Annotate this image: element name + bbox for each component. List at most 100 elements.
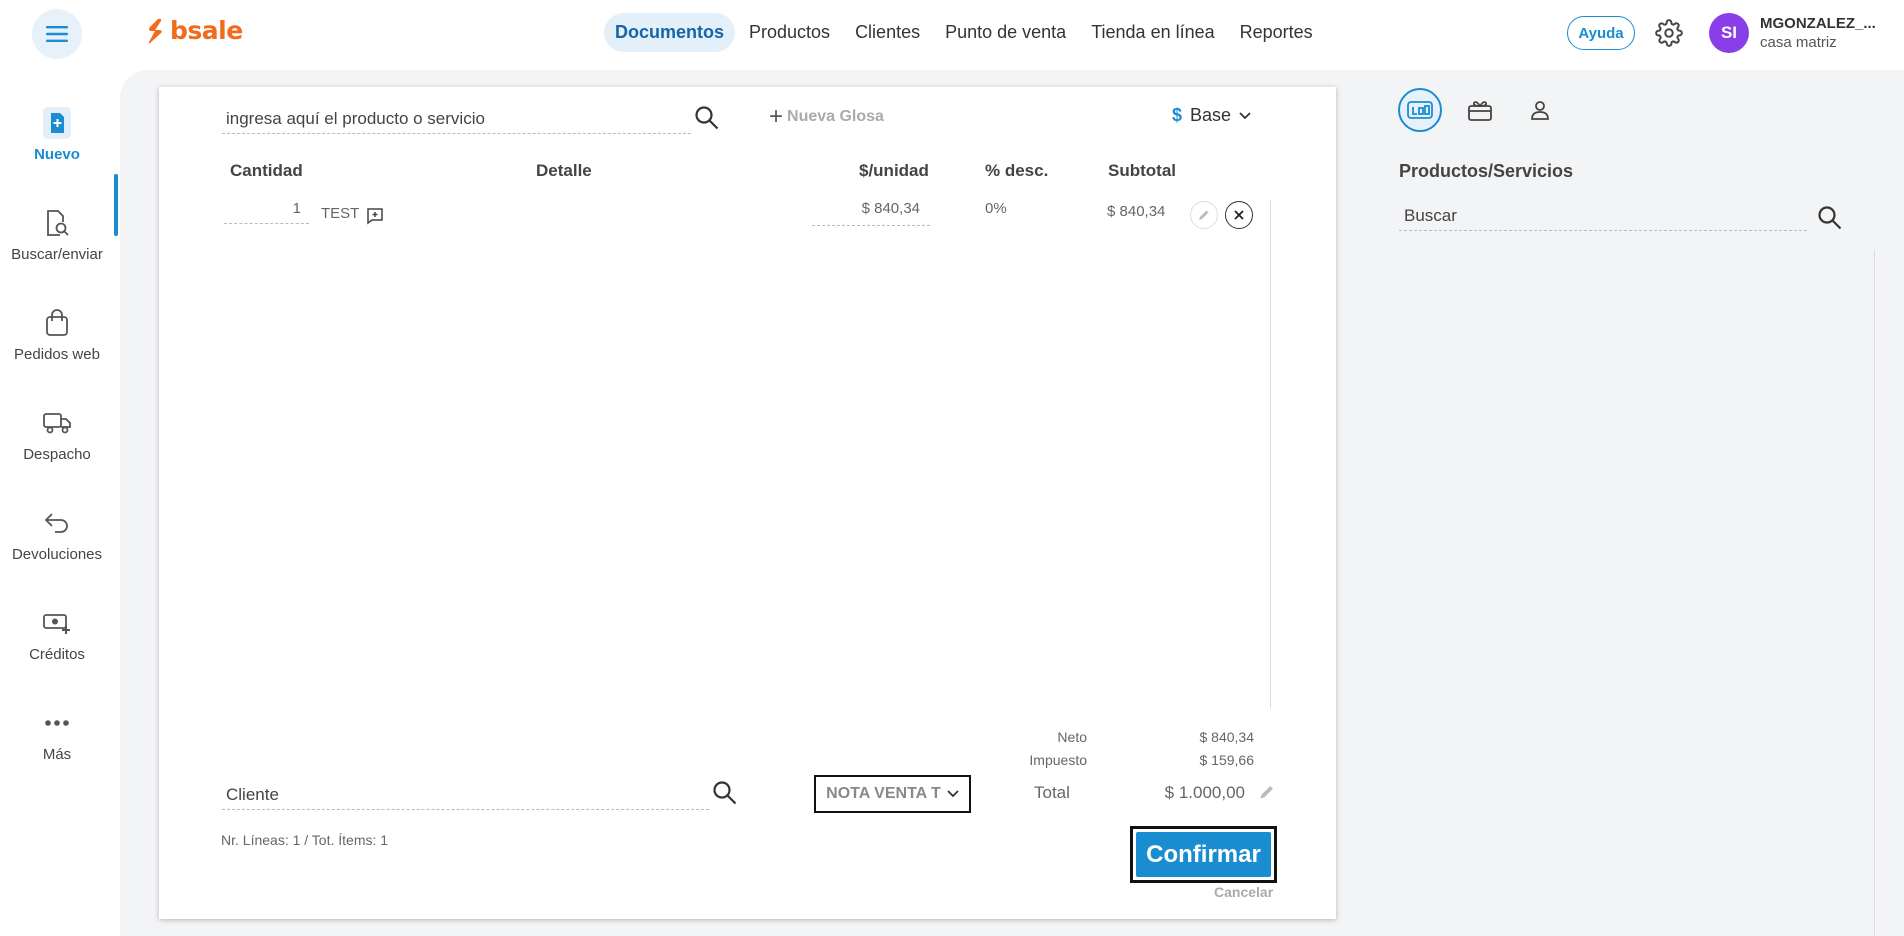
document-panel: + Nueva Glosa $ Base Cantidad Detalle $/… [159,87,1336,919]
sidebar-item-label: Devoluciones [11,546,103,563]
price-list-selector[interactable]: $ Base [1172,105,1251,126]
bsale-logo-icon [148,18,162,43]
client-field[interactable] [222,780,709,810]
credit-money-icon [0,606,114,640]
sidebar-item-label: Despacho [23,446,91,463]
column-header-discount: % desc. [985,161,1049,180]
active-indicator [114,174,118,236]
sidebar-item-label: Más [42,746,72,763]
sidebar-item-creditos[interactable]: Créditos [0,606,114,663]
column-header-detail: Detalle [536,161,592,180]
sidebar: Nuevo Buscar/enviar Pedidos web Despacho… [0,66,118,936]
tab-gift-cards[interactable] [1458,88,1502,132]
column-header-quantity: Cantidad [230,161,303,180]
confirm-button[interactable]: Confirmar [1136,832,1271,877]
main-nav: Documentos Productos Clientes Punto de v… [604,13,1324,52]
product-search-input[interactable] [222,104,691,133]
edit-line-button[interactable] [1190,201,1218,229]
customer-icon [1531,101,1549,120]
settings-button[interactable] [1655,19,1683,52]
user-branch: casa matriz [1760,34,1837,51]
nav-productos[interactable]: Productos [738,13,841,52]
hamburger-menu-button[interactable] [32,9,82,59]
total-label: Total [1034,783,1070,802]
sidebar-item-buscar-enviar[interactable]: Buscar/enviar [0,206,114,263]
tax-value: $ 159,66 [1199,752,1255,768]
line-discount[interactable]: 0% [985,200,1007,217]
product-search-button[interactable] [694,105,720,136]
close-icon [1234,210,1244,220]
products-tab-icon [1407,101,1433,119]
dollar-icon: $ [1172,105,1183,125]
plus-icon: + [769,103,784,130]
sidebar-item-nuevo[interactable]: Nuevo [0,106,114,163]
cancel-button[interactable]: Cancelar [1214,884,1273,900]
tax-label: Impuesto [1029,752,1087,768]
column-header-subtotal: Subtotal [1108,161,1176,180]
net-label: Neto [1057,729,1087,745]
nav-reportes[interactable]: Reportes [1229,13,1324,52]
divider [1874,250,1875,936]
top-bar: bsale Documentos Productos Clientes Punt… [0,0,1904,66]
line-detail: TEST [321,205,360,222]
edit-total-button[interactable] [1259,784,1275,805]
divider [1270,200,1271,708]
document-type-label: NOTA VENTA T [826,785,941,802]
nav-tienda-en-linea[interactable]: Tienda en línea [1080,13,1225,52]
new-document-icon [0,106,114,140]
right-panel-title: Productos/Servicios [1399,161,1574,181]
sidebar-item-pedidos-web[interactable]: Pedidos web [0,306,114,363]
search-icon [713,781,737,805]
nav-clientes[interactable]: Clientes [844,13,931,52]
products-search-input[interactable] [1399,201,1807,230]
new-gloss-button[interactable]: + Nueva Glosa [769,103,884,130]
user-name[interactable]: MGONZALEZ_... [1760,15,1876,32]
search-icon [1818,206,1842,230]
logo-text: bsale [170,16,243,45]
chevron-down-icon [947,790,959,798]
sidebar-item-mas[interactable]: Más [0,706,114,763]
new-gloss-label: Nueva Glosa [787,108,884,125]
help-button[interactable]: Ayuda [1567,16,1635,50]
remove-line-button[interactable] [1225,201,1253,229]
products-search-field[interactable] [1399,201,1807,231]
sidebar-item-label: Créditos [29,646,85,663]
sidebar-item-label: Pedidos web [14,346,100,363]
net-value: $ 840,34 [1199,729,1255,745]
total-value: $ 1.000,00 [1164,783,1245,802]
gear-icon [1655,19,1683,47]
price-list-label: Base [1190,105,1232,125]
client-input[interactable] [222,780,709,809]
product-search-field[interactable] [222,104,691,134]
gift-card-icon [1468,101,1492,121]
sidebar-item-devoluciones[interactable]: Devoluciones [0,506,114,563]
document-type-select[interactable]: NOTA VENTA T [814,775,971,813]
tab-customer[interactable] [1518,88,1562,132]
lines-summary: Nr. Líneas: 1 / Tot. Ítems: 1 [221,832,389,848]
hamburger-icon [46,26,68,42]
bsale-logo[interactable]: bsale [146,16,243,45]
column-header-unit-price: $/unidad [859,161,929,180]
search-icon [695,106,719,130]
add-comment-icon [367,208,383,225]
products-search-button[interactable] [1817,205,1843,236]
tab-products[interactable] [1398,88,1442,132]
search-document-icon [0,206,114,240]
pencil-icon [1199,210,1209,220]
line-quantity[interactable]: 1 [224,200,309,224]
nav-documentos[interactable]: Documentos [604,13,736,52]
client-search-button[interactable] [712,780,738,811]
confirm-button-focus-ring: Confirmar [1130,826,1277,883]
more-dots-icon [0,706,114,740]
sidebar-item-label: Nuevo [34,146,80,163]
shopping-bag-icon [0,306,114,340]
pencil-icon [1260,786,1273,799]
sidebar-item-label: Buscar/enviar [11,246,103,263]
nav-punto-de-venta[interactable]: Punto de venta [934,13,1077,52]
line-subtotal: $ 840,34 [1107,203,1166,220]
line-unit-price[interactable]: $ 840,34 [812,200,930,226]
user-avatar[interactable]: SI [1709,13,1749,53]
return-arrow-icon [0,506,114,540]
sidebar-item-despacho[interactable]: Despacho [0,406,114,463]
add-comment-button[interactable] [366,207,384,230]
